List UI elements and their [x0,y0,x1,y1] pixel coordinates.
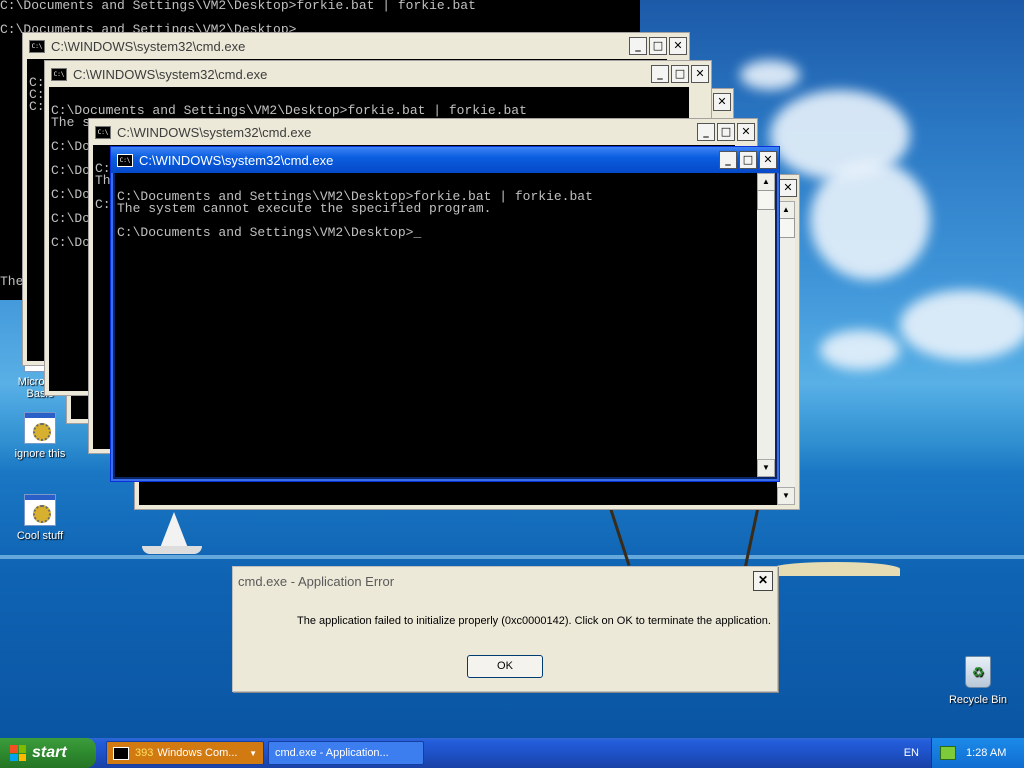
cloud [810,160,930,280]
desktop-icon-label: ignore this [14,448,66,460]
clock[interactable]: 1:28 AM [966,747,1006,759]
scroll-thumb[interactable] [757,190,775,210]
scroll-down-icon[interactable]: ▼ [757,459,775,477]
close-button[interactable]: ✕ [759,151,777,169]
horizon [0,555,1024,559]
taskbar-item-app-error[interactable]: cmd.exe - Application... [268,741,424,765]
window-title: C:\WINDOWS\system32\cmd.exe [51,38,246,54]
close-button[interactable]: ✕ [779,179,797,197]
cloud [820,330,900,370]
batch-file-icon [24,412,56,444]
island [770,562,900,576]
window-title: C:\WINDOWS\system32\cmd.exe [139,152,334,168]
boat-hull [142,546,202,554]
maximize-button[interactable]: □ [671,65,689,83]
taskbar: start 393 Windows Com... ▼ cmd.exe - App… [0,738,1024,768]
minimize-button[interactable]: _ [719,151,737,169]
maximize-button[interactable]: □ [649,37,667,55]
start-button[interactable]: start [0,738,96,768]
task-label: cmd.exe - Application... [275,747,389,759]
close-button[interactable]: ✕ [669,37,687,55]
dialog-titlebar[interactable]: cmd.exe - Application Error ✕ [233,567,777,595]
dialog-title: cmd.exe - Application Error [238,573,395,589]
dialog-message: The application failed to initialize pro… [297,615,771,627]
maximize-button[interactable]: □ [739,151,757,169]
taskbar-group-windows-command[interactable]: 393 Windows Com... ▼ [106,741,264,765]
close-button[interactable]: ✕ [713,93,731,111]
console-icon [113,746,129,760]
desktop-icon-recycle-bin[interactable]: ♻ Recycle Bin [948,656,1008,706]
windows-logo-icon [10,745,26,761]
language-indicator[interactable]: EN [904,747,919,759]
window-titlebar[interactable]: C:\ C:\WINDOWS\system32\cmd.exe _ □ ✕ [45,61,711,87]
maximize-button[interactable]: □ [717,123,735,141]
sailboat [160,512,188,548]
window-title: C:\WINDOWS\system32\cmd.exe [73,66,268,82]
group-count: 393 [135,747,154,759]
window-title: C:\WINDOWS\system32\cmd.exe [117,124,312,140]
console-icon: C:\ [51,67,67,81]
console-icon: C:\ [29,39,45,53]
close-button[interactable]: ✕ [691,65,709,83]
dialog-close-button[interactable]: ✕ [753,571,773,591]
desktop-icon-label: Recycle Bin [948,694,1008,706]
cloud [900,290,1024,360]
console-line: The [0,274,24,289]
start-label: start [32,744,67,761]
recycle-bin-icon: ♻ [965,656,991,688]
ok-button[interactable]: OK [467,655,543,678]
minimize-button[interactable]: _ [697,123,715,141]
desktop-icon-cool-stuff[interactable]: Cool stuff [0,494,80,542]
chevron-down-icon: ▼ [249,748,257,758]
scroll-down-icon[interactable]: ▼ [777,487,795,505]
minimize-button[interactable]: _ [651,65,669,83]
desktop-icon-label: Cool stuff [16,530,64,542]
task-label: Windows Com... [157,747,238,759]
network-icon[interactable] [940,746,956,760]
close-button[interactable]: ✕ [737,123,755,141]
scrollbar[interactable]: ▲ ▼ [757,173,775,477]
window-titlebar[interactable]: C:\ C:\WINDOWS\system32\cmd.exe _ □ ✕ [89,119,757,145]
console-output[interactable]: C:\Documents and Settings\VM2\Desktop>fo… [115,173,757,477]
system-tray: 1:28 AM [931,738,1024,768]
minimize-button[interactable]: _ [629,37,647,55]
console-icon: C:\ [117,153,133,167]
console-icon: C:\ [95,125,111,139]
application-error-dialog[interactable]: cmd.exe - Application Error ✕ The applic… [232,566,778,692]
console-line: C:\Documents and Settings\VM2\Desktop>fo… [0,0,476,13]
cmd-window-active[interactable]: C:\ C:\WINDOWS\system32\cmd.exe _ □ ✕ C:… [110,146,780,482]
scroll-up-icon[interactable]: ▲ [757,173,775,191]
shortcut-icon [24,494,56,526]
window-titlebar[interactable]: C:\ C:\WINDOWS\system32\cmd.exe _ □ ✕ [23,33,689,59]
cloud [740,60,800,90]
window-titlebar[interactable]: C:\ C:\WINDOWS\system32\cmd.exe _ □ ✕ [111,147,779,173]
